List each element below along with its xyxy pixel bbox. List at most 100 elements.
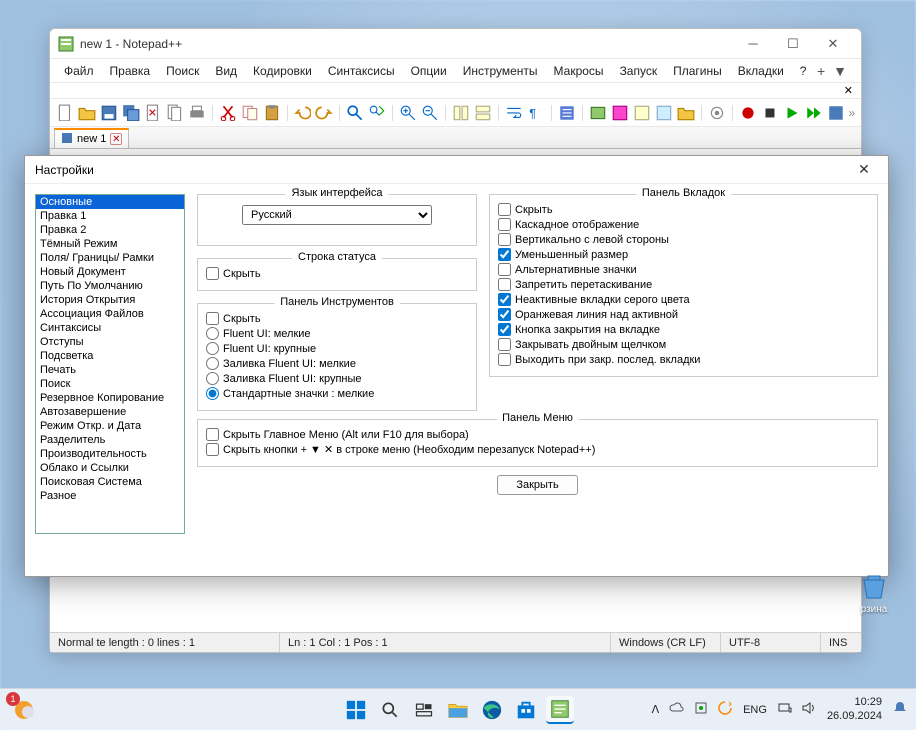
play-multi-icon[interactable] (805, 104, 823, 122)
monitor-icon[interactable] (708, 104, 726, 122)
maximize-button[interactable]: ☐ (773, 30, 813, 58)
tabbar-vertical-checkbox[interactable]: Вертикально с левой стороны (498, 233, 869, 246)
dialog-close-x[interactable]: ✕ (850, 161, 878, 178)
tray-update-icon[interactable] (717, 700, 733, 719)
category-item[interactable]: История Открытия (36, 293, 184, 307)
toolbar-overflow-icon[interactable]: » (849, 106, 856, 120)
category-item[interactable]: Поиск (36, 377, 184, 391)
menubar-dropdown-button[interactable]: ▼ (833, 63, 847, 79)
category-item[interactable]: Разделитель (36, 433, 184, 447)
tabbar-exitonlast-checkbox[interactable]: Выходить при закр. послед. вкладки (498, 353, 869, 366)
tray-volume-icon[interactable] (801, 700, 817, 719)
menu-search[interactable]: Поиск (158, 61, 207, 81)
menu-run[interactable]: Запуск (612, 61, 666, 81)
menu-file[interactable]: Файл (56, 61, 102, 81)
record-macro-icon[interactable] (739, 104, 757, 122)
indent-guide-icon[interactable] (558, 104, 576, 122)
menu-encoding[interactable]: Кодировки (245, 61, 320, 81)
wordwrap-icon[interactable] (505, 104, 523, 122)
tabbar-alticons-checkbox[interactable]: Альтернативные значки (498, 263, 869, 276)
tabbar-multiline-checkbox[interactable]: Каскадное отображение (498, 218, 869, 231)
explorer-icon[interactable] (444, 696, 472, 724)
save-all-icon[interactable] (122, 104, 140, 122)
tray-clock[interactable]: 10:29 26.09.2024 (827, 696, 882, 722)
menubar-close-button[interactable]: ✕ (844, 84, 853, 97)
menu-help[interactable]: ? (792, 61, 815, 81)
tabbar-reduce-checkbox[interactable]: Уменьшенный размер (498, 248, 869, 261)
category-item[interactable]: Печать (36, 363, 184, 377)
sync-v-icon[interactable] (452, 104, 470, 122)
tray-language[interactable]: ENG (743, 704, 767, 716)
udl-icon[interactable] (589, 104, 607, 122)
menubar-hide-buttons-checkbox[interactable]: Скрыть кнопки + ▼ ✕ в строке меню (Необх… (206, 443, 869, 456)
tabbar-orangeline-checkbox[interactable]: Оранжевая линия над активной (498, 308, 869, 321)
menubar-hide-main-checkbox[interactable]: Скрыть Главное Меню (Alt или F10 для выб… (206, 428, 869, 441)
save-macro-icon[interactable] (827, 104, 845, 122)
menu-view[interactable]: Вид (207, 61, 245, 81)
toolbar-radio-standard-small[interactable]: Стандартные значки : мелкие (206, 387, 468, 400)
toolbar-radio-fluent-large[interactable]: Fluent UI: крупные (206, 342, 468, 355)
category-item[interactable]: Резервное Копирование (36, 391, 184, 405)
func-list-icon[interactable] (655, 104, 673, 122)
tray-notifications-icon[interactable] (892, 700, 908, 719)
folder-workspace-icon[interactable] (677, 104, 695, 122)
play-macro-icon[interactable] (783, 104, 801, 122)
tabbar-hide-checkbox[interactable]: Скрыть (498, 203, 869, 216)
tray-onedrive-icon[interactable] (669, 700, 685, 719)
language-select[interactable]: Русский (242, 205, 432, 225)
category-item[interactable]: Путь По Умолчанию (36, 279, 184, 293)
category-item[interactable]: Производительность (36, 447, 184, 461)
zoom-in-icon[interactable] (399, 104, 417, 122)
cut-icon[interactable] (219, 104, 237, 122)
tab-close-icon[interactable]: ✕ (110, 133, 122, 145)
tray-security-icon[interactable] (693, 700, 709, 719)
redo-icon[interactable] (315, 104, 333, 122)
sb-ins[interactable]: INS (821, 633, 861, 652)
tabbar-lockdrag-checkbox[interactable]: Запретить перетаскивание (498, 278, 869, 291)
replace-icon[interactable] (368, 104, 386, 122)
copy-icon[interactable] (241, 104, 259, 122)
new-file-icon[interactable] (56, 104, 74, 122)
status-hide-checkbox[interactable]: Скрыть (206, 267, 468, 280)
category-item[interactable]: Автозавершение (36, 405, 184, 419)
toolbar-hide-checkbox[interactable]: Скрыть (206, 312, 468, 325)
menu-settings[interactable]: Опции (403, 61, 455, 81)
menu-language[interactable]: Синтаксисы (320, 61, 403, 81)
zoom-out-icon[interactable] (421, 104, 439, 122)
start-button[interactable] (342, 696, 370, 724)
find-icon[interactable] (346, 104, 364, 122)
toolbar-radio-fluent-small[interactable]: Fluent UI: мелкие (206, 327, 468, 340)
sb-eol[interactable]: Windows (CR LF) (611, 633, 721, 652)
close-file-icon[interactable] (144, 104, 162, 122)
open-file-icon[interactable] (78, 104, 96, 122)
sb-encoding[interactable]: UTF-8 (721, 633, 821, 652)
sync-h-icon[interactable] (474, 104, 492, 122)
search-icon[interactable] (376, 696, 404, 724)
task-view-icon[interactable] (410, 696, 438, 724)
paste-icon[interactable] (263, 104, 281, 122)
category-item[interactable]: Разное (36, 489, 184, 503)
tray-network-icon[interactable] (777, 700, 793, 719)
menu-plugins[interactable]: Плагины (665, 61, 730, 81)
category-item[interactable]: Правка 2 (36, 223, 184, 237)
menubar-plus-button[interactable]: + (817, 63, 825, 79)
category-item[interactable]: Подсветка (36, 349, 184, 363)
category-item[interactable]: Отступы (36, 335, 184, 349)
category-item[interactable]: Облако и Ссылки (36, 461, 184, 475)
category-item[interactable]: Правка 1 (36, 209, 184, 223)
stop-macro-icon[interactable] (761, 104, 779, 122)
category-item[interactable]: Основные (36, 195, 184, 209)
toolbar-radio-filled-small[interactable]: Заливка Fluent UI: мелкие (206, 357, 468, 370)
notepad-taskbar-icon[interactable] (546, 696, 574, 724)
category-item[interactable]: Тёмный Режим (36, 237, 184, 251)
undo-icon[interactable] (294, 104, 312, 122)
recycle-bin-icon[interactable]: рзина (850, 570, 898, 615)
weather-widget-icon[interactable]: 1 (10, 696, 38, 724)
toolbar-radio-filled-large[interactable]: Заливка Fluent UI: крупные (206, 372, 468, 385)
minimize-button[interactable]: ─ (733, 30, 773, 58)
dialog-close-button[interactable]: Закрыть (497, 475, 577, 495)
menu-edit[interactable]: Правка (102, 61, 159, 81)
tray-chevron-icon[interactable]: ᐱ (652, 703, 660, 716)
category-item[interactable]: Новый Документ (36, 265, 184, 279)
tabbar-inactivegray-checkbox[interactable]: Неактивные вкладки серого цвета (498, 293, 869, 306)
